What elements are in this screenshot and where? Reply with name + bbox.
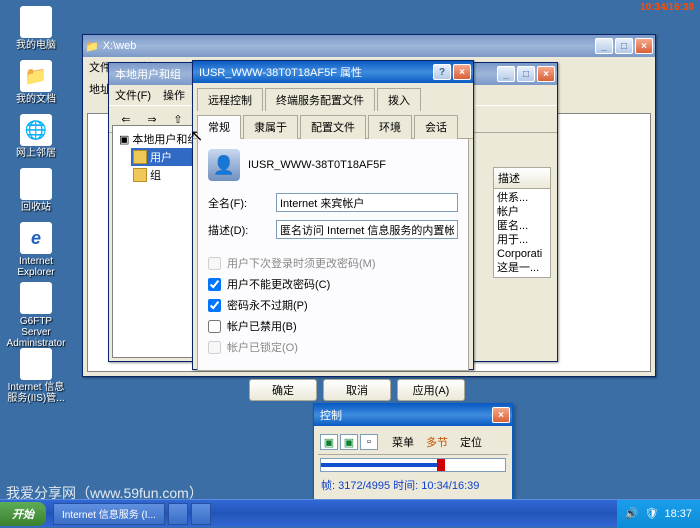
taskbar: 开始 Internet 信息服务 (I... 🔊 🛡 18:37 xyxy=(0,499,700,527)
gear-icon: ⚙ xyxy=(20,282,52,314)
folder-icon: 📁 xyxy=(20,60,52,92)
properties-titlebar[interactable]: IUSR_WWW-38T0T18AF5F 属性 ? × xyxy=(193,61,473,83)
close-button[interactable]: × xyxy=(635,38,653,54)
properties-dialog[interactable]: IUSR_WWW-38T0T18AF5F 属性 ? × 远程控制 终端服务配置文… xyxy=(192,60,474,370)
desktop-icon-g6ftp[interactable]: ⚙G6FTP Server Administrator xyxy=(6,282,66,349)
tab-memberof[interactable]: 隶属于 xyxy=(243,115,298,139)
username-label: IUSR_WWW-38T0T18AF5F xyxy=(248,159,386,171)
fullname-label: 全名(F): xyxy=(208,195,268,211)
list-item[interactable]: 帐户 xyxy=(497,205,547,219)
computer-icon: 🖥 xyxy=(20,6,52,38)
tray-icon[interactable]: 🛡 xyxy=(645,507,659,520)
list-body: 供系... 帐户 匿名... 用于... Corporati 这是一... xyxy=(494,189,550,277)
slider-thumb[interactable] xyxy=(437,459,445,471)
tab-env[interactable]: 环境 xyxy=(368,115,412,139)
maximize-button[interactable]: □ xyxy=(615,38,633,54)
cancel-button[interactable]: 取消 xyxy=(323,379,391,401)
list-item[interactable]: 这是一... xyxy=(497,261,547,275)
tab-profile[interactable]: 配置文件 xyxy=(300,115,366,139)
tray-icon[interactable]: 🔊 xyxy=(625,507,639,520)
list-item[interactable]: 用于... xyxy=(497,233,547,247)
ctrl-locate[interactable]: 定位 xyxy=(454,432,488,452)
folder-icon xyxy=(133,150,147,164)
user-icon: 👤 xyxy=(208,149,240,181)
minimize-button[interactable]: _ xyxy=(497,66,515,82)
control-window[interactable]: 控制 × ▣ ▣ ▫ 菜单 多节 定位 帧: 3172/4995 时间: 10:… xyxy=(313,403,513,500)
tab-session[interactable]: 会话 xyxy=(414,115,458,139)
stop-button[interactable]: ▣ xyxy=(340,434,358,450)
desktop-icon-recycle[interactable]: 🗑回收站 xyxy=(6,168,66,213)
folder-icon xyxy=(133,168,147,182)
chk-never-expire[interactable]: 密码永不过期(P) xyxy=(208,297,458,313)
progress-slider[interactable] xyxy=(320,458,506,472)
control-status: 帧: 3172/4995 时间: 10:34/16:39 xyxy=(318,475,508,495)
explorer-titlebar[interactable]: 📁 X:\web _ □ × xyxy=(83,35,655,57)
column-desc[interactable]: 描述 供系... 帐户 匿名... 用于... Corporati 这是一... xyxy=(493,167,551,278)
rec-button[interactable]: ▫ xyxy=(360,434,378,450)
tab-dialin[interactable]: 拨入 xyxy=(377,88,421,111)
list-item[interactable]: 供系... xyxy=(497,191,547,205)
desktop-icon-network[interactable]: 🌐网上邻居 xyxy=(6,114,66,159)
timestamp-overlay: 10:34/16:38 xyxy=(640,2,694,13)
recycle-icon: 🗑 xyxy=(20,168,52,200)
ctrl-menu[interactable]: 菜单 xyxy=(386,432,420,452)
ie-icon: e xyxy=(20,222,52,254)
chk-cannot-change[interactable]: 用户不能更改密码(C) xyxy=(208,276,458,292)
ok-button[interactable]: 确定 xyxy=(249,379,317,401)
menu-action[interactable]: 操作 xyxy=(163,87,185,103)
task-button[interactable] xyxy=(191,503,211,525)
chk-must-change: 用户下次登录时须更改密码(M) xyxy=(208,255,458,271)
server-icon: 🖧 xyxy=(20,348,52,380)
task-button[interactable]: Internet 信息服务 (I... xyxy=(53,503,165,525)
tab-panel-general: 👤 IUSR_WWW-38T0T18AF5F 全名(F): 描述(D): 用户下… xyxy=(197,139,469,371)
desktop-icon-mydocs[interactable]: 📁我的文档 xyxy=(6,60,66,105)
close-button[interactable]: × xyxy=(453,64,471,80)
ctrl-multi[interactable]: 多节 xyxy=(420,432,454,452)
control-toolbar: ▣ ▣ ▫ 菜单 多节 定位 xyxy=(318,430,508,455)
maximize-button[interactable]: □ xyxy=(517,66,535,82)
help-button[interactable]: ? xyxy=(433,64,451,80)
start-button[interactable]: 开始 xyxy=(0,502,46,526)
control-titlebar[interactable]: 控制 × xyxy=(314,404,512,426)
tabs-row1: 远程控制 终端服务配置文件 拨入 xyxy=(193,83,473,110)
close-button[interactable]: × xyxy=(492,407,510,423)
tab-remote[interactable]: 远程控制 xyxy=(197,88,263,111)
system-tray[interactable]: 🔊 🛡 18:37 xyxy=(617,500,700,528)
fullname-input[interactable] xyxy=(276,193,458,212)
cursor-icon: ↖ xyxy=(190,126,203,146)
clock: 18:37 xyxy=(664,508,692,520)
description-label: 描述(D): xyxy=(208,222,268,238)
description-input[interactable] xyxy=(276,220,458,239)
chk-disabled[interactable]: 帐户已禁用(B) xyxy=(208,318,458,334)
task-button[interactable] xyxy=(168,503,188,525)
network-icon: 🌐 xyxy=(20,114,52,146)
play-button[interactable]: ▣ xyxy=(320,434,338,450)
folder-icon: 📁 xyxy=(85,40,99,53)
desktop-icon-ie[interactable]: eInternet Explorer xyxy=(6,222,66,278)
list-item[interactable]: 匿名... xyxy=(497,219,547,233)
tabs-row2: 常规 隶属于 配置文件 环境 会话 xyxy=(193,110,473,139)
close-button[interactable]: × xyxy=(537,66,555,82)
list-item[interactable]: Corporati xyxy=(497,247,547,261)
apply-button[interactable]: 应用(A) xyxy=(397,379,465,401)
chk-locked: 帐户已锁定(O) xyxy=(208,339,458,355)
menu-file[interactable]: 文件(F) xyxy=(115,87,151,103)
minimize-button[interactable]: _ xyxy=(595,38,613,54)
desktop-icon-iis[interactable]: 🖧Internet 信息服务(IIS)管... xyxy=(6,348,66,404)
tab-general[interactable]: 常规 xyxy=(197,115,241,139)
tab-terminal[interactable]: 终端服务配置文件 xyxy=(265,88,375,111)
desktop-icon-mycomputer[interactable]: 🖥我的电脑 xyxy=(6,6,66,51)
